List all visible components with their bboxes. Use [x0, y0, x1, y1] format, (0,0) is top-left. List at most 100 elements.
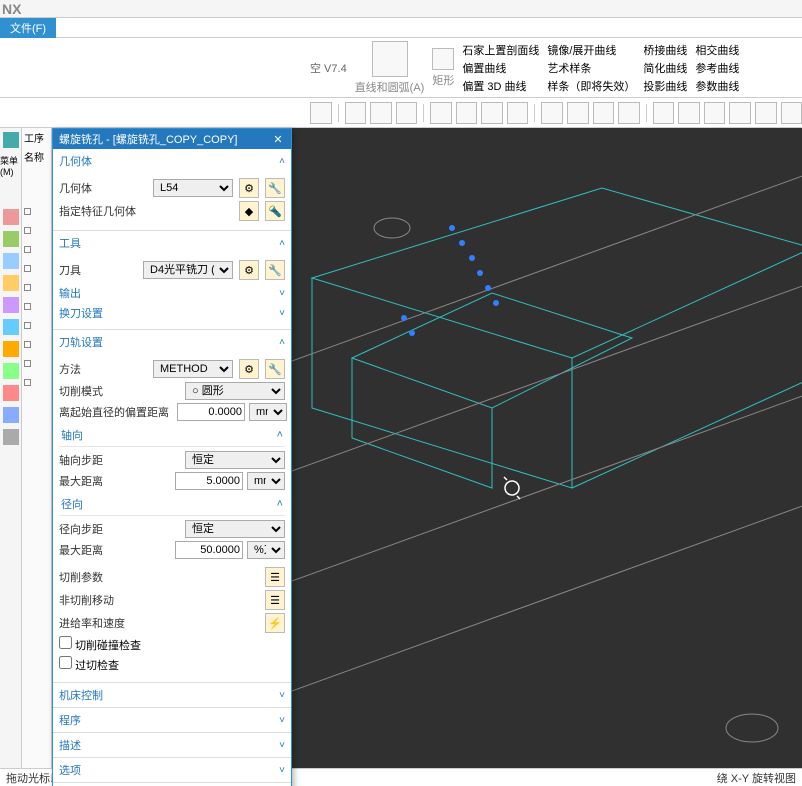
tb-icon[interactable] — [310, 102, 332, 124]
method-btn-2[interactable]: 🔧 — [265, 359, 285, 379]
tree-node[interactable] — [24, 208, 31, 215]
tree-node[interactable] — [24, 265, 31, 272]
leftbar-icon[interactable] — [3, 363, 19, 379]
spec-geom-btn-2[interactable]: 🔦 — [265, 201, 285, 221]
tb-icon[interactable] — [541, 102, 563, 124]
axial-step-select[interactable]: 恒定 — [185, 451, 285, 469]
tool-btn-2[interactable]: 🔧 — [265, 260, 285, 280]
overcut-check[interactable]: 过切检查 — [59, 656, 119, 673]
geometry-select[interactable]: L54 — [153, 179, 233, 197]
tree-node[interactable] — [24, 246, 31, 253]
tb-icon[interactable] — [370, 102, 392, 124]
offset-unit[interactable]: mm — [249, 403, 287, 421]
axial-maxdist-unit[interactable]: mm — [247, 472, 285, 490]
tb-icon[interactable] — [755, 102, 777, 124]
ribbon-link-2a[interactable]: 镜像/展开曲线 — [547, 42, 635, 58]
section-geometry[interactable]: 几何体˄ — [53, 149, 291, 173]
tb-icon[interactable] — [618, 102, 640, 124]
leftbar-icon[interactable] — [3, 275, 19, 291]
leftbar-icon[interactable] — [3, 132, 19, 148]
tree-node[interactable] — [24, 303, 31, 310]
tool-btn-1[interactable]: ⚙ — [239, 260, 259, 280]
spec-geom-btn-1[interactable]: ◆ — [239, 201, 259, 221]
left-menu-btn[interactable]: 菜单(M) — [0, 154, 21, 177]
tree-node[interactable] — [24, 322, 31, 329]
tb-icon[interactable] — [781, 102, 802, 124]
radial-maxdist-input[interactable] — [175, 541, 243, 559]
cutmode-label: 切削模式 — [59, 383, 103, 399]
left-iconbar: 菜单(M) — [0, 128, 22, 768]
ribbon-link-4a[interactable]: 相交曲线 — [695, 42, 739, 58]
sub-radial[interactable]: 径向˄ — [59, 493, 285, 516]
geom-btn-2[interactable]: 🔧 — [265, 178, 285, 198]
leftbar-icon[interactable] — [3, 385, 19, 401]
section-machine[interactable]: 机床控制˅ — [53, 682, 291, 707]
collision-checkbox[interactable] — [59, 636, 72, 649]
cut-params-button[interactable]: ☰ — [265, 567, 285, 587]
tb-icon[interactable] — [704, 102, 726, 124]
radial-maxdist-unit[interactable]: %刀具 — [247, 541, 285, 559]
leftbar-icon[interactable] — [3, 231, 19, 247]
ribbon-rect-ring[interactable]: 直线和圆弧(A) — [355, 41, 425, 95]
cutmode-select[interactable]: ○ 圆形 — [185, 382, 285, 400]
geom-btn-1[interactable]: ⚙ — [239, 178, 259, 198]
tree-node[interactable] — [24, 227, 31, 234]
radial-step-select[interactable]: 恒定 — [185, 520, 285, 538]
axial-maxdist-input[interactable] — [175, 472, 243, 490]
tb-icon[interactable] — [729, 102, 751, 124]
ribbon-link-3b[interactable]: 简化曲线 — [643, 60, 687, 76]
method-btn-1[interactable]: ⚙ — [239, 359, 259, 379]
leftbar-icon[interactable] — [3, 319, 19, 335]
leftbar-icon[interactable] — [3, 297, 19, 313]
leftbar-icon[interactable] — [3, 209, 19, 225]
ribbon-link-3a[interactable]: 桥接曲线 — [643, 42, 687, 58]
chevron-up-icon: ˄ — [277, 498, 283, 510]
tree-node[interactable] — [24, 360, 31, 367]
offset-input[interactable] — [177, 403, 245, 421]
section-operate[interactable]: 操作˄ — [53, 782, 291, 786]
ribbon-rect[interactable]: 矩形 — [432, 48, 454, 88]
ribbon-link-3c[interactable]: 投影曲线 — [643, 78, 687, 94]
overcut-checkbox[interactable] — [59, 656, 72, 669]
tb-icon[interactable] — [567, 102, 589, 124]
feed-speed-button[interactable]: ⚡ — [265, 613, 285, 633]
ribbon-link-2c[interactable]: 样条（即将失效） — [547, 78, 635, 94]
section-describe[interactable]: 描述˅ — [53, 732, 291, 757]
leftbar-icon[interactable] — [3, 407, 19, 423]
tb-icon[interactable] — [396, 102, 418, 124]
ribbon-link-4b[interactable]: 参考曲线 — [695, 60, 739, 76]
leftbar-icon[interactable] — [3, 341, 19, 357]
tb-icon[interactable] — [593, 102, 615, 124]
section-tool[interactable]: 工具˄ — [53, 230, 291, 255]
ribbon-link-1b[interactable]: 偏置曲线 — [462, 60, 539, 76]
section-output[interactable]: 输出˅ — [59, 283, 285, 303]
ribbon-link-1a[interactable]: 石家上置剖面线 — [462, 42, 539, 58]
tb-icon[interactable] — [678, 102, 700, 124]
leftbar-icon[interactable] — [3, 429, 19, 445]
tree-node[interactable] — [24, 284, 31, 291]
method-select[interactable]: METHOD — [153, 360, 233, 378]
leftbar-icon[interactable] — [3, 253, 19, 269]
dialog-title[interactable]: 螺旋铣孔 - [螺旋铣孔_COPY_COPY] ✕ — [53, 129, 291, 149]
file-menu[interactable]: 文件(F) — [0, 18, 56, 38]
section-toolpath[interactable]: 刀轨设置˄ — [53, 329, 291, 354]
close-icon[interactable]: ✕ — [271, 132, 285, 146]
section-program[interactable]: 程序˅ — [53, 707, 291, 732]
noncut-move-button[interactable]: ☰ — [265, 590, 285, 610]
tb-icon[interactable] — [507, 102, 529, 124]
tb-icon[interactable] — [481, 102, 503, 124]
sub-axial[interactable]: 轴向˄ — [59, 424, 285, 447]
tb-icon[interactable] — [456, 102, 478, 124]
ribbon-link-1c[interactable]: 偏置 3D 曲线 — [462, 78, 539, 94]
tree-node[interactable] — [24, 379, 31, 386]
tree-node[interactable] — [24, 341, 31, 348]
tool-select[interactable]: D4光平铣刀 (铣刀 — [143, 261, 233, 279]
section-change-tool[interactable]: 换刀设置˅ — [59, 303, 285, 323]
ribbon-link-2b[interactable]: 艺术样条 — [547, 60, 635, 76]
section-option[interactable]: 选项˅ — [53, 757, 291, 782]
tb-icon[interactable] — [430, 102, 452, 124]
ribbon-link-4c[interactable]: 参数曲线 — [695, 78, 739, 94]
collision-check[interactable]: 切削碰撞检查 — [59, 636, 141, 653]
tb-icon[interactable] — [653, 102, 675, 124]
tb-icon[interactable] — [345, 102, 367, 124]
